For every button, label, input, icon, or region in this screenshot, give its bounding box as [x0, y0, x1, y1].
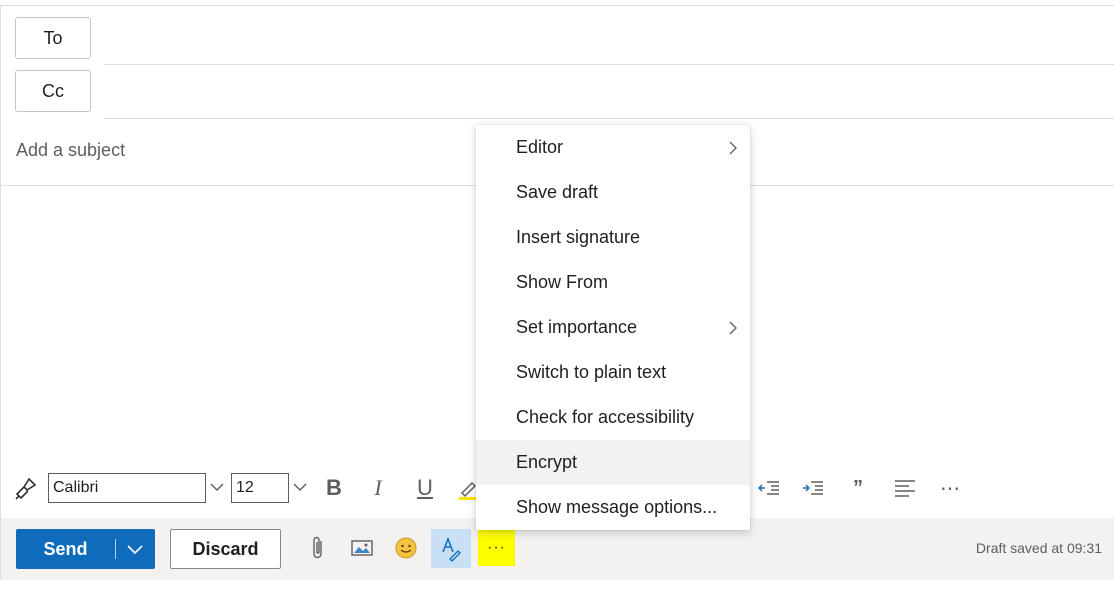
bold-button[interactable]: B: [322, 474, 346, 502]
editor-button[interactable]: [431, 529, 471, 568]
menu-item[interactable]: Switch to plain text: [476, 350, 750, 395]
insert-picture-icon[interactable]: [347, 531, 377, 565]
send-label[interactable]: Send: [16, 529, 115, 569]
menu-item[interactable]: Check for accessibility issues: [476, 395, 750, 472]
menu-item[interactable]: Encrypt: [476, 440, 750, 485]
align-left-icon[interactable]: [892, 474, 918, 502]
menu-item-label: Save draft: [516, 182, 599, 202]
more-formatting-button[interactable]: ⋯: [938, 474, 962, 502]
more-options-menu: Editor Save draft Insert signature Show Fro…: [476, 125, 750, 530]
chevron-right-icon: [729, 141, 737, 155]
menu-item[interactable]: Save draft: [476, 170, 750, 215]
compose-pane: To Cc Add a subject Calibri 12 B I U ” ⋯…: [0, 0, 1114, 589]
menu-item-label: Show message options...: [516, 497, 718, 517]
font-name-input[interactable]: Calibri: [48, 473, 206, 503]
more-options-button[interactable]: ···: [478, 530, 515, 566]
draft-status: Draft saved at 09:31: [975, 540, 1102, 556]
divider: [115, 539, 116, 559]
subject-input[interactable]: Add a subject: [16, 140, 125, 161]
editor-icon: [442, 536, 461, 562]
menu-item[interactable]: Set importance: [476, 305, 750, 350]
chevron-down-icon[interactable]: [209, 481, 225, 493]
menu-item[interactable]: Insert signature: [476, 215, 750, 260]
menu-item-label: Insert signature: [516, 227, 641, 247]
italic-button[interactable]: I: [368, 474, 388, 502]
menu-item[interactable]: Show From: [476, 260, 750, 305]
cc-field-underline: [104, 118, 1114, 119]
quote-button[interactable]: ”: [848, 474, 868, 502]
menu-item-label: Editor: [516, 137, 564, 157]
attach-icon[interactable]: [303, 531, 333, 565]
chevron-right-icon: [729, 321, 737, 335]
chevron-down-icon[interactable]: [126, 543, 144, 555]
font-size-input[interactable]: 12: [231, 473, 289, 503]
discard-button[interactable]: Discard: [170, 529, 281, 569]
menu-item-label: Encrypt: [516, 452, 578, 472]
increase-indent-icon[interactable]: [800, 474, 826, 502]
format-painter-icon[interactable]: [13, 476, 39, 502]
menu-item-label: Set importance: [516, 317, 638, 337]
menu-item[interactable]: Editor: [476, 125, 750, 170]
decrease-indent-icon[interactable]: [756, 474, 782, 502]
menu-item[interactable]: Show message options...: [476, 485, 750, 530]
to-button[interactable]: To: [15, 17, 91, 59]
emoji-icon[interactable]: [391, 531, 421, 565]
chevron-down-icon[interactable]: [292, 481, 308, 493]
menu-item-label: Switch to plain text: [516, 362, 667, 382]
send-button[interactable]: Send: [16, 529, 155, 569]
underline-button[interactable]: U: [414, 474, 436, 502]
cc-button[interactable]: Cc: [15, 70, 91, 112]
divider: [0, 5, 1114, 6]
menu-item-label: Show From: [516, 272, 609, 292]
to-field-underline: [104, 64, 1114, 65]
